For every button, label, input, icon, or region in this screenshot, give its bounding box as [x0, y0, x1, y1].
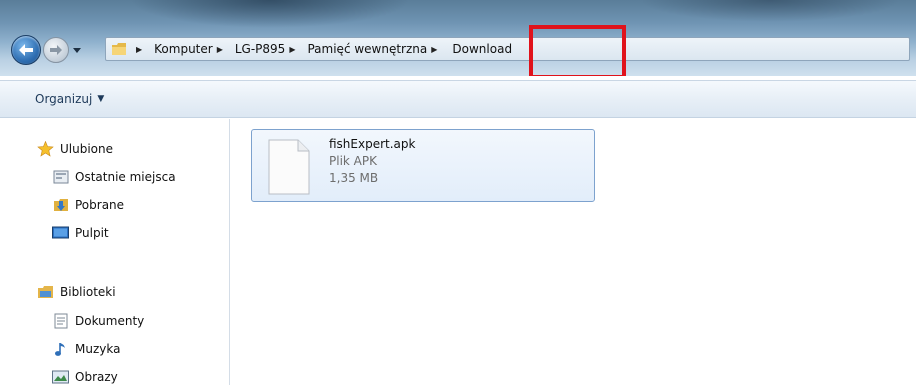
file-size: 1,35 MB [329, 171, 379, 185]
chevron-down-icon [73, 47, 81, 53]
sidebar-item-label: Muzyka [75, 342, 121, 356]
documents-icon [52, 313, 69, 329]
sidebar-item-label: Ulubione [60, 142, 114, 156]
breadcrumb-internal-memory[interactable]: Pamięć wewnętrzna ▶ [307, 42, 443, 56]
breadcrumb-device[interactable]: LG-P895 ▶ [235, 42, 302, 56]
recent-pages-dropdown[interactable] [70, 42, 84, 58]
window-titlebar: ▶ Komputer ▶ LG-P895 ▶ Pamięć wewnętrzna ▶ … [0, 0, 916, 76]
sidebar-item-favorites[interactable]: Ulubione [37, 141, 113, 157]
file-item[interactable]: fishExpert.apk Plik APK 1,35 MB [251, 129, 595, 202]
pictures-icon [52, 369, 69, 385]
sidebar-item-documents[interactable]: Dokumenty [52, 313, 144, 329]
sidebar-item-label: Biblioteki [60, 285, 116, 299]
desktop-icon [52, 225, 69, 241]
sidebar-item-desktop[interactable]: Pulpit [52, 225, 109, 241]
breadcrumb-root-separator[interactable]: ▶ [132, 45, 148, 54]
organize-button[interactable]: Organizuj ▼ [35, 92, 104, 106]
back-button[interactable] [11, 35, 41, 65]
titlebar-reflection [130, 0, 410, 28]
command-toolbar: Organizuj ▼ [0, 80, 916, 118]
sidebar-item-label: Obrazy [75, 370, 118, 384]
breadcrumb-current[interactable]: Download [449, 42, 515, 56]
library-icon [37, 284, 54, 300]
breadcrumb-separator[interactable]: ▶ [217, 45, 223, 54]
annotation-highlight-box [529, 25, 626, 76]
file-list-pane: fishExpert.apk Plik APK 1,35 MB [231, 119, 916, 385]
downloads-icon [52, 197, 69, 213]
music-icon [52, 341, 69, 357]
breadcrumb-label: Komputer [154, 42, 213, 56]
sidebar-item-label: Dokumenty [75, 314, 145, 328]
file-type: Plik APK [329, 154, 377, 168]
navigation-pane: Ulubione Ostatnie miejsca Pobrane Pulpit… [0, 119, 230, 385]
breadcrumb-label: LG-P895 [234, 42, 286, 56]
chevron-down-icon: ▼ [97, 94, 105, 104]
file-details: fishExpert.apk Plik APK 1,35 MB [329, 136, 415, 187]
sidebar-item-pictures[interactable]: Obrazy [52, 369, 118, 385]
breadcrumb-label: Pamięć wewnętrzna [307, 42, 428, 56]
sidebar-item-downloads[interactable]: Pobrane [52, 197, 124, 213]
sidebar-item-libraries[interactable]: Biblioteki [37, 284, 116, 300]
sidebar-item-music[interactable]: Muzyka [52, 341, 120, 357]
sidebar-item-label: Pulpit [75, 226, 109, 240]
sidebar-item-label: Ostatnie miejsca [75, 170, 176, 184]
titlebar-reflection-right [640, 0, 900, 22]
breadcrumb-separator[interactable]: ▶ [289, 45, 295, 54]
breadcrumb-separator[interactable]: ▶ [431, 45, 437, 54]
file-icon [268, 139, 310, 195]
file-name: fishExpert.apk [329, 137, 416, 151]
organize-label: Organizuj [35, 92, 93, 106]
folder-icon [112, 43, 126, 55]
back-arrow-icon [19, 44, 33, 56]
breadcrumb-komputer[interactable]: Komputer ▶ [154, 42, 229, 56]
sidebar-item-label: Pobrane [75, 198, 125, 212]
recent-places-icon [52, 169, 69, 185]
star-icon [37, 141, 54, 157]
forward-button[interactable] [43, 37, 69, 63]
sidebar-item-recent-places[interactable]: Ostatnie miejsca [52, 169, 176, 185]
address-bar[interactable]: ▶ Komputer ▶ LG-P895 ▶ Pamięć wewnętrzna ▶ … [105, 37, 910, 61]
forward-arrow-icon [50, 45, 62, 55]
